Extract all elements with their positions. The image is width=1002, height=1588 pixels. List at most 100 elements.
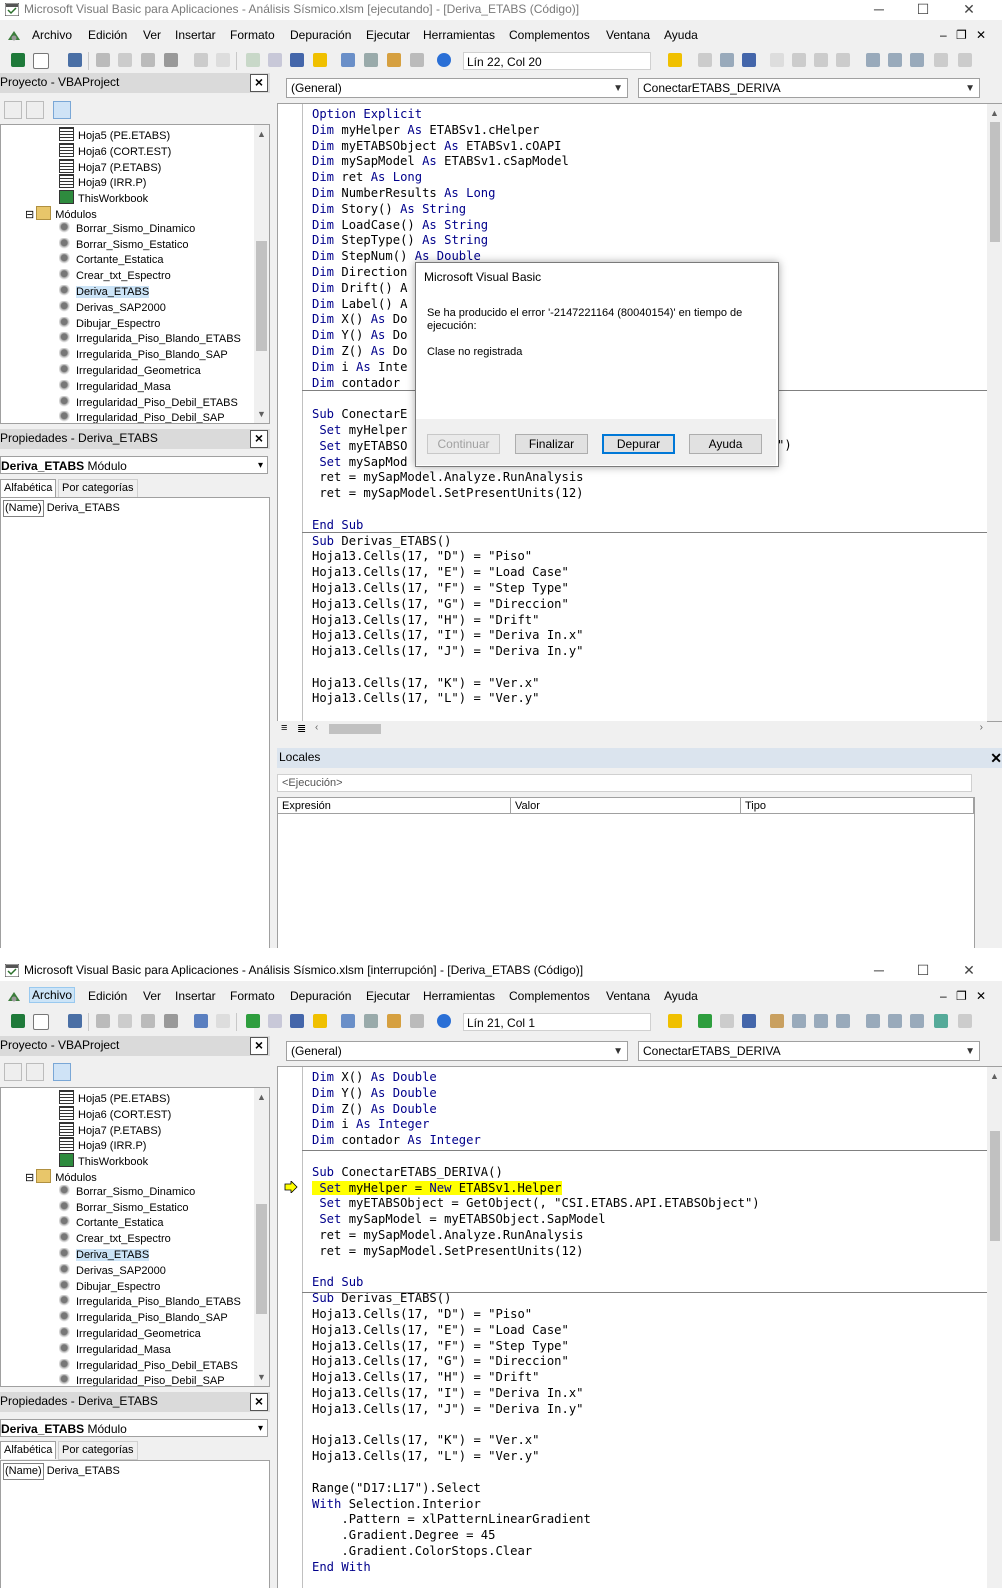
full-module-view-icon[interactable]: ≣ (297, 722, 306, 735)
tree-item-sheet[interactable]: Hoja9 (IRR.P) (59, 1137, 146, 1154)
tab-alfabetica[interactable]: Alfabética (0, 479, 57, 497)
code-line[interactable]: Dim ret As Long (312, 170, 584, 186)
menu-ayuda[interactable]: Ayuda (664, 989, 698, 1003)
mdi-minimize-button[interactable]: ‒ (940, 28, 947, 42)
pause-icon[interactable] (268, 1014, 282, 1028)
paste-icon[interactable] (141, 1014, 155, 1028)
mdi-close-button[interactable]: ✕ (976, 28, 986, 42)
code-line[interactable]: Hoja13.Cells(17, "I") = "Deriva In.x" (312, 628, 584, 644)
tree-item-modules-folder[interactable]: ⊟ Módulos (25, 1169, 97, 1186)
chevron-down-icon[interactable]: ▼ (965, 1042, 975, 1061)
cut-icon[interactable] (96, 53, 110, 67)
finalizar-button[interactable]: Finalizar (515, 434, 588, 454)
scroll-thumb[interactable] (990, 1131, 1000, 1241)
code-line[interactable]: Hoja13.Cells(17, "D") = "Piso" (312, 549, 584, 565)
code-line[interactable]: Set mySapModel = myETABSObject.SapModel (312, 1212, 760, 1228)
code-line[interactable] (312, 1260, 760, 1276)
pause-icon[interactable] (720, 1014, 734, 1028)
code-line[interactable]: Hoja13.Cells(17, "J") = "Deriva In.y" (312, 644, 584, 660)
design-mode-icon[interactable] (668, 1014, 682, 1028)
scroll-thumb[interactable] (329, 724, 381, 734)
step-out-icon[interactable] (836, 1014, 850, 1028)
code-line[interactable]: Hoja13.Cells(17, "E") = "Load Case" (312, 565, 584, 581)
close-icon[interactable]: ✕ (990, 749, 1002, 767)
minimize-button[interactable]: ─ (856, 961, 902, 981)
toolbox-icon[interactable] (410, 53, 424, 67)
code-line[interactable]: Dim NumberResults As Long (312, 186, 584, 202)
locals-table[interactable]: Expresión Valor Tipo (277, 797, 975, 948)
menu-herramientas[interactable]: Herramientas (423, 28, 495, 42)
tree-item-sheet[interactable]: ThisWorkbook (59, 190, 148, 207)
tree-item-modules-folder[interactable]: ⊟ Módulos (25, 206, 97, 223)
code-line[interactable]: Set myETABSObject = GetObject(, "CSI.ETA… (312, 1196, 759, 1212)
menu-ventana[interactable]: Ventana (606, 28, 650, 42)
redo-icon[interactable] (216, 53, 230, 67)
code-vertical-scrollbar[interactable]: ▲ (987, 1067, 1002, 1588)
chevron-down-icon[interactable]: ▾ (258, 457, 263, 475)
scroll-up-arrow[interactable]: ▲ (254, 1090, 269, 1104)
code-line[interactable] (312, 1465, 760, 1481)
properties-icon[interactable] (364, 53, 378, 67)
toggle-folders-icon[interactable] (53, 101, 71, 119)
code-line[interactable]: Dim myETABSObject As ETABSv1.cOAPI (312, 139, 584, 155)
code-line[interactable]: Sub ConectarETABS_DERIVA() (312, 1165, 760, 1181)
maximize-button[interactable]: ☐ (900, 961, 946, 981)
tree-item-sheet[interactable]: Hoja5 (PE.ETABS) (59, 1090, 170, 1107)
object-browser-icon[interactable] (387, 53, 401, 67)
menu-insertar[interactable]: Insertar (175, 28, 216, 42)
scroll-up-arrow[interactable]: ▲ (987, 1069, 1002, 1083)
chevron-down-icon[interactable]: ▼ (613, 79, 623, 98)
code-line[interactable]: Dim LoadCase() As String (312, 218, 584, 234)
code-line[interactable]: Sub Derivas_ETABS() (312, 534, 584, 550)
tree-item-module[interactable]: Irregularidad_Geometrica (59, 1327, 201, 1342)
scroll-down-arrow[interactable]: ▼ (254, 1370, 269, 1384)
toggle-folders-icon[interactable] (53, 1063, 71, 1081)
immediate-window-icon[interactable] (888, 1014, 902, 1028)
tree-item-module[interactable]: Deriva_ETABS (59, 285, 150, 300)
tree-item-module[interactable]: Borrar_Sismo_Estatico (59, 237, 189, 253)
menu-depuracion[interactable]: Depuración (290, 28, 351, 42)
tree-item-module[interactable]: Irregularidad_Masa (59, 1342, 171, 1358)
tab-por-categorias[interactable]: Por categorías (58, 479, 138, 498)
tree-item-module[interactable]: Irregularidad_Piso_Debil_ETABS (59, 1358, 238, 1374)
scroll-thumb[interactable] (256, 1204, 267, 1314)
pause-icon[interactable] (268, 53, 282, 67)
code-line[interactable]: End Sub (312, 1275, 760, 1291)
watch-window-icon[interactable] (910, 53, 924, 67)
help-icon[interactable] (437, 1014, 451, 1028)
continuar-button[interactable]: Continuar (427, 434, 500, 454)
menu-insertar[interactable]: Insertar (175, 989, 216, 1003)
code-line[interactable]: Hoja13.Cells(17, "F") = "Step Type" (312, 581, 584, 597)
locals-window-icon[interactable] (866, 1014, 880, 1028)
code-line[interactable]: Hoja13.Cells(17, "H") = "Drift" (312, 613, 584, 629)
run-icon[interactable] (698, 53, 712, 67)
tree-item-sheet[interactable]: Hoja7 (P.ETABS) (59, 158, 161, 176)
design-mode-icon[interactable] (668, 53, 682, 67)
quick-watch-icon[interactable] (934, 53, 948, 67)
code-line[interactable]: Dim StepType() As String (312, 233, 584, 249)
close-button[interactable]: ✕ (946, 961, 992, 981)
collapse-icon[interactable]: ⊟ (25, 1172, 34, 1184)
step-into-icon[interactable] (792, 1014, 806, 1028)
step-into-icon[interactable] (792, 53, 806, 67)
tree-scrollbar[interactable]: ▲ ▼ (254, 1088, 269, 1386)
object-browser-icon[interactable] (387, 1014, 401, 1028)
code-line[interactable] (312, 660, 584, 676)
scroll-left-arrow[interactable]: ‹ (315, 722, 318, 733)
properties-object-selector[interactable]: Deriva_ETABS Módulo ▾ (0, 1419, 268, 1437)
insert-form-icon[interactable] (33, 53, 49, 69)
code-line[interactable]: Hoja13.Cells(17, "D") = "Piso" (312, 1307, 760, 1323)
insert-form-icon[interactable] (33, 1014, 49, 1030)
scroll-thumb[interactable] (256, 241, 267, 351)
save-icon[interactable] (68, 1014, 82, 1028)
tree-item-module[interactable]: Cortante_Estatica (59, 253, 163, 268)
code-line[interactable]: Dim Y() As Double (312, 1086, 760, 1102)
copy-icon[interactable] (118, 53, 132, 67)
code-line[interactable]: .Gradient.Degree = 45 (312, 1528, 760, 1544)
tree-scrollbar[interactable]: ▲ ▼ (254, 125, 269, 423)
code-line[interactable]: Hoja13.Cells(17, "I") = "Deriva In.x" (312, 1386, 760, 1402)
ayuda-button[interactable]: Ayuda (689, 434, 762, 454)
scroll-up-arrow[interactable]: ▲ (254, 127, 269, 141)
project-explorer-icon[interactable] (341, 53, 355, 67)
close-icon[interactable]: × (250, 1037, 268, 1055)
